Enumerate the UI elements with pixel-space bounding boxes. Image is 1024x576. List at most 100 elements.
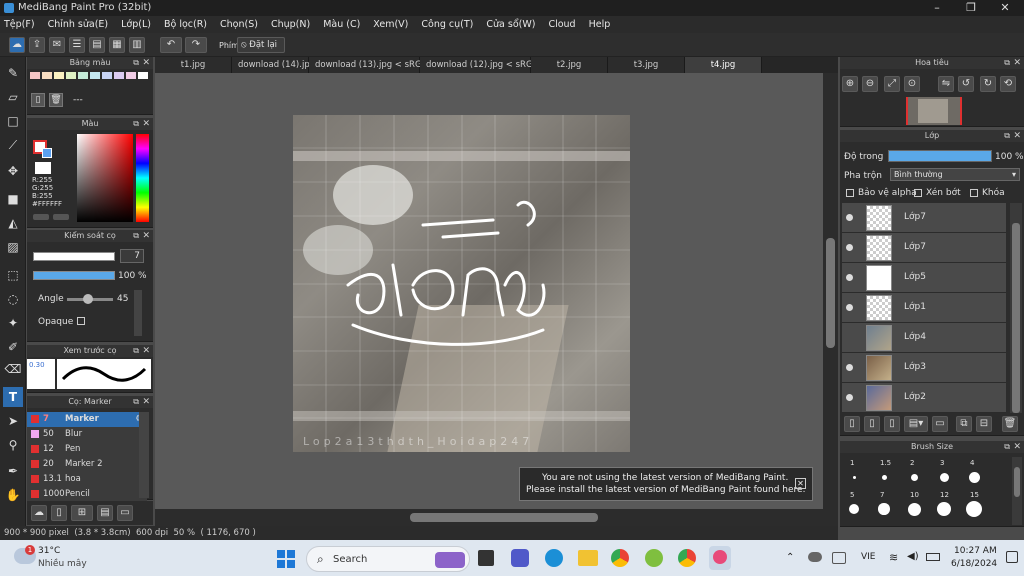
layer-row[interactable]: Lớp1 [842, 293, 1006, 323]
close-icon[interactable]: ✕ [142, 57, 150, 69]
layer-row[interactable]: Lớp4 [842, 323, 1006, 353]
notification-center-icon[interactable] [1006, 551, 1018, 563]
divide-icon[interactable]: ⟋ [3, 135, 23, 155]
brush-item[interactable]: 50 Blur [27, 427, 147, 442]
actual-size-icon[interactable]: ⊙ [904, 76, 920, 92]
brush-size-dot[interactable] [907, 502, 921, 516]
menu-snap[interactable]: Chụp(N) [271, 19, 310, 30]
layer-scrollbar[interactable] [1010, 203, 1022, 415]
brush-settings-icon[interactable]: ▤ [97, 505, 113, 521]
task-view-icon[interactable] [478, 550, 494, 566]
folder-icon[interactable]: ▭ [117, 505, 133, 521]
close-icon[interactable]: ✕ [1013, 441, 1021, 453]
select-eraser-icon[interactable]: ⌫ [3, 359, 23, 379]
brush-size-slider[interactable] [33, 252, 115, 261]
battery-icon[interactable] [926, 553, 940, 561]
tab-t2[interactable]: t2.jpg [531, 57, 608, 73]
visibility-eye-icon[interactable] [846, 394, 853, 401]
new-brush-icon[interactable]: ▯ [51, 505, 67, 521]
tab-download-12[interactable]: download (12).jpg < sRGB > [420, 57, 548, 73]
layer-row[interactable]: Lớp7 [842, 203, 1006, 233]
close-icon[interactable]: ✕ [142, 118, 150, 130]
visibility-eye-icon[interactable] [846, 214, 853, 221]
horizontal-scroll-thumb[interactable] [410, 513, 598, 522]
menu-cloud[interactable]: Cloud [548, 19, 575, 30]
brush-item[interactable]: 20 Marker 2 [27, 457, 147, 472]
windows-start-icon[interactable] [277, 550, 295, 568]
color-swap-button[interactable] [53, 214, 69, 220]
tray-app-icon[interactable] [832, 552, 846, 564]
clip-checkbox[interactable] [914, 189, 922, 197]
menu-help[interactable]: Help [589, 19, 611, 30]
brush-item[interactable]: 13.1 hoa [27, 472, 147, 487]
palette-swatch[interactable] [42, 72, 52, 79]
brush-size-dot[interactable] [910, 473, 918, 481]
eyedropper-icon[interactable]: ⚲ [3, 435, 23, 455]
menu-filter[interactable]: Bộ lọc(R) [164, 19, 207, 30]
pin-icon[interactable]: ⧉ [133, 57, 139, 69]
navigator-thumbnail[interactable] [906, 97, 962, 125]
cloud-tray-icon[interactable] [808, 552, 822, 562]
table-icon[interactable]: ▥ [129, 37, 145, 53]
tab-download-14[interactable]: download (14).jpg [232, 57, 315, 73]
secondary-color-swatch[interactable] [42, 148, 52, 158]
duplicate-layer-icon[interactable]: ⧉ [956, 416, 972, 432]
protect-alpha-checkbox[interactable] [846, 189, 854, 197]
brush-opacity-slider[interactable] [33, 271, 115, 280]
edge-icon[interactable] [545, 549, 563, 567]
visibility-eye-icon[interactable] [846, 364, 853, 371]
palette-swatch[interactable] [114, 72, 124, 79]
angle-knob[interactable] [83, 294, 93, 304]
brush-size-dot[interactable] [939, 472, 949, 482]
trash-icon[interactable]: 🗑 [49, 93, 63, 107]
pin-icon[interactable]: ⧉ [1004, 441, 1010, 453]
menu-edit[interactable]: Chỉnh sửa(E) [48, 19, 109, 30]
menu-view[interactable]: Xem(V) [373, 19, 408, 30]
close-icon[interactable]: ✕ [142, 396, 150, 408]
brush-size-scrollbar[interactable] [1012, 457, 1022, 525]
pen-tool-icon[interactable]: ✒ [3, 461, 23, 481]
close-icon[interactable]: ✕ [142, 345, 150, 357]
color-add-button[interactable] [33, 214, 49, 220]
pin-icon[interactable]: ⧉ [133, 396, 139, 408]
clock-time[interactable]: 10:27 AM [954, 546, 997, 556]
vertical-scroll-thumb[interactable] [826, 238, 835, 348]
brush-item[interactable]: 1000Pencil [27, 487, 147, 502]
minimize-button[interactable]: – [920, 0, 954, 16]
tab-t1[interactable]: t1.jpg [155, 57, 232, 73]
taskbar-search[interactable]: ⌕ Search [306, 546, 470, 572]
brush-control-scrollbar[interactable] [134, 290, 142, 336]
palette-swatch[interactable] [54, 72, 64, 79]
teams-icon[interactable] [511, 549, 529, 567]
tab-t4[interactable]: t4.jpg [685, 57, 762, 73]
horizontal-scrollbar[interactable] [155, 509, 838, 526]
magic-wand-icon[interactable]: ✦ [3, 313, 23, 333]
palette-swatch[interactable] [126, 72, 136, 79]
close-button[interactable]: ✕ [988, 0, 1022, 16]
eraser-icon[interactable]: ▱ [3, 87, 23, 107]
reset-rotate-icon[interactable]: ⟲ [1000, 76, 1016, 92]
lock-checkbox[interactable] [970, 189, 978, 197]
grid-icon[interactable]: ▦ [109, 37, 125, 53]
new-page-icon[interactable]: ▯ [31, 93, 45, 107]
palette-swatch[interactable] [90, 72, 100, 79]
chrome-profile-icon[interactable] [678, 549, 696, 567]
tab-t3[interactable]: t3.jpg [608, 57, 685, 73]
brush-icon[interactable]: ✎ [3, 63, 23, 83]
dot-icon[interactable]: □ [3, 111, 23, 131]
pin-icon[interactable]: ⧉ [1004, 57, 1010, 69]
brush-size-value[interactable]: 7 [120, 249, 144, 263]
comment-icon[interactable]: ✉ [49, 37, 65, 53]
palette-swatch[interactable] [138, 72, 148, 79]
palette-swatch[interactable] [102, 72, 112, 79]
pin-icon[interactable]: ⧉ [133, 118, 139, 130]
vertical-scrollbar[interactable] [823, 73, 838, 509]
zoom-out-icon[interactable]: ⊖ [862, 76, 878, 92]
rotate-right-icon[interactable]: ↻ [980, 76, 996, 92]
text-icon[interactable]: T [3, 387, 23, 407]
redo-icon[interactable]: ↷ [185, 37, 207, 53]
document-icon[interactable]: ▤ [89, 37, 105, 53]
layer-row[interactable]: Lớp7 [842, 233, 1006, 263]
menu-window[interactable]: Cửa sổ(W) [486, 19, 535, 30]
brush-size-dot[interactable] [968, 471, 980, 483]
